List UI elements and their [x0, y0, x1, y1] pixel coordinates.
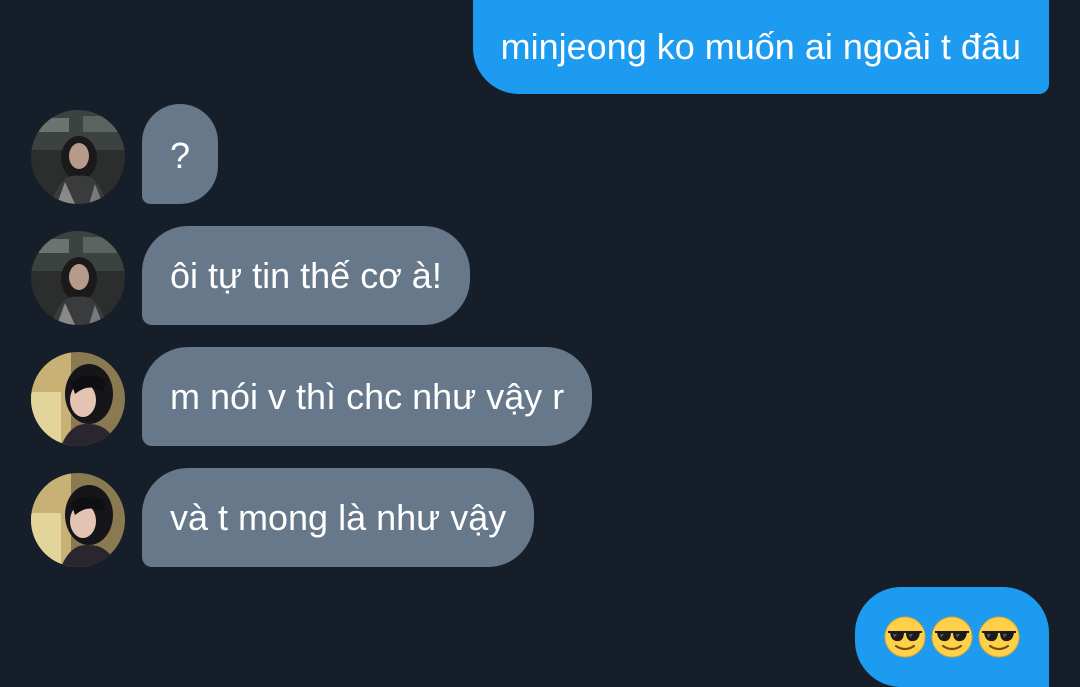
smiling-face-with-sunglasses-icon [978, 616, 1020, 658]
message-text: minjeong ko muốn ai ngoài t đâu [500, 26, 1021, 67]
message-text: ôi tự tin thế cơ à! [170, 255, 442, 296]
sender-avatar-icon[interactable] [31, 231, 125, 325]
message-text: và t mong là như vậy [170, 497, 507, 538]
incoming-message-bubble[interactable]: và t mong là như vậy [142, 468, 535, 567]
sender-avatar-icon[interactable] [31, 352, 125, 446]
incoming-message-bubble[interactable]: m nói v thì chc như vậy r [142, 347, 593, 446]
message-text: ? [170, 135, 191, 176]
sender-avatar-icon[interactable] [31, 473, 125, 567]
outgoing-message-bubble[interactable] [855, 587, 1049, 687]
sender-avatar-icon[interactable] [31, 110, 125, 204]
message-text: m nói v thì chc như vậy r [170, 376, 565, 417]
conversation-thread: minjeong ko muốn ai ngoài t đâu ? ôi tự … [0, 0, 1080, 687]
smiling-face-with-sunglasses-icon [884, 616, 926, 658]
incoming-message-bubble[interactable]: ? [142, 104, 219, 204]
outgoing-message-bubble[interactable]: minjeong ko muốn ai ngoài t đâu [472, 0, 1049, 94]
smiling-face-with-sunglasses-icon [931, 616, 973, 658]
emoji-message [883, 587, 1021, 687]
incoming-message-bubble[interactable]: ôi tự tin thế cơ à! [142, 226, 470, 325]
